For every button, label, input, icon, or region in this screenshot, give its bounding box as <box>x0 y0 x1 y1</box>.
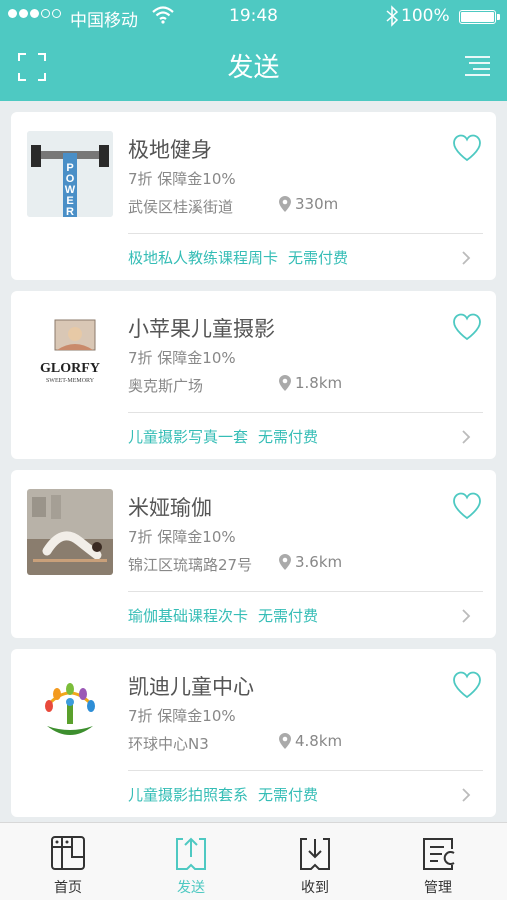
battery-percent: 100% <box>401 6 450 26</box>
merchant-distance: 1.8km <box>279 374 342 392</box>
merchant-logo-glorfy: GLORFY SWEET-MEMORY <box>27 310 113 396</box>
offer-pay: 无需付费 <box>288 249 349 267</box>
merchant-name: 极地健身 <box>128 138 212 162</box>
offer-link[interactable]: 极地私人教练课程周卡 无需付费 <box>128 247 348 268</box>
card-divider <box>128 591 483 592</box>
merchant-address: 锦江区琉璃路27号 <box>128 556 253 574</box>
location-pin-icon <box>279 554 291 570</box>
merchant-address: 武侯区桂溪街道 <box>128 198 234 216</box>
location-pin-icon <box>279 733 291 749</box>
offer-pay: 无需付费 <box>258 607 319 625</box>
favorite-heart-icon[interactable] <box>452 492 482 520</box>
tab-label: 管理 <box>424 880 452 896</box>
merchant-card[interactable]: P O W E R 极地健身 7折 保障金10% 武侯区桂溪街道 330m 极地… <box>11 112 496 280</box>
chevron-right-icon[interactable] <box>461 429 471 445</box>
chevron-right-icon[interactable] <box>461 250 471 266</box>
offer-pay: 无需付费 <box>258 428 319 446</box>
tab-label: 首页 <box>54 880 82 896</box>
merchant-name: 小苹果儿童摄影 <box>128 317 275 341</box>
favorite-heart-icon[interactable] <box>452 671 482 699</box>
merchant-name: 米娅瑜伽 <box>128 496 212 520</box>
favorite-heart-icon[interactable] <box>452 313 482 341</box>
bluetooth-icon <box>386 5 398 27</box>
merchant-distance: 3.6km <box>279 553 342 571</box>
distance-value: 1.8km <box>295 374 343 392</box>
merchant-card[interactable]: 米娅瑜伽 7折 保障金10% 锦江区琉璃路27号 3.6km 瑜伽基础课程次卡无… <box>11 470 496 638</box>
tab-received[interactable]: 收到 <box>265 823 365 900</box>
tab-label: 收到 <box>301 880 329 896</box>
merchant-card[interactable]: 凯迪儿童中心 7折 保障金10% 环球中心N3 4.8km 儿童摄影拍照套系 无需… <box>11 649 496 817</box>
distance-value: 330m <box>295 195 339 213</box>
manage-list-icon <box>423 838 455 870</box>
offer-link[interactable]: 儿童摄影写真一套 无需付费 <box>128 426 318 447</box>
chevron-right-icon[interactable] <box>461 608 471 624</box>
distance-value: 4.8km <box>295 732 343 750</box>
merchant-deal: 7折 保障金10% <box>128 170 236 188</box>
merchant-photo-yoga <box>27 489 113 575</box>
merchant-address: 奥克斯广场 <box>128 377 204 395</box>
photo-studio-logo-icon: GLORFY SWEET-MEMORY <box>27 310 113 396</box>
offer-title: 瑜伽基础课程次卡 <box>128 607 249 625</box>
offer-link[interactable]: 瑜伽基础课程次卡 无需付费 <box>128 605 318 626</box>
app-header: 中国移动 19:48 100% 发送 <box>0 0 507 101</box>
card-divider <box>128 770 483 771</box>
page-title: 发送 <box>227 53 280 83</box>
tab-home[interactable]: 首页 <box>18 823 118 900</box>
battery-tip <box>497 14 500 20</box>
merchant-card[interactable]: GLORFY SWEET-MEMORY 小苹果儿童摄影 7折 保障金10% 奥克… <box>11 291 496 459</box>
offer-title: 儿童摄影写真一套 <box>128 428 249 446</box>
card-divider <box>128 233 483 234</box>
status-bar: 中国移动 19:48 100% <box>0 0 507 34</box>
home-grid-icon <box>51 836 85 870</box>
battery-icon <box>459 10 496 24</box>
merchant-name: 凯迪儿童中心 <box>128 675 254 699</box>
tree-logo-icon <box>27 668 113 754</box>
merchant-deal: 7折 保障金10% <box>128 349 236 367</box>
favorite-heart-icon[interactable] <box>452 134 482 162</box>
distance-value: 3.6km <box>295 553 343 571</box>
chevron-right-icon[interactable] <box>461 787 471 803</box>
offer-title: 儿童摄影拍照套系 <box>128 786 249 804</box>
receive-download-icon <box>300 838 330 870</box>
menu-icon[interactable] <box>465 55 490 77</box>
glorfy-logo-subtext: SWEET-MEMORY <box>46 378 95 384</box>
glorfy-logo-text: GLORFY <box>40 361 100 376</box>
svg-text:R: R <box>66 206 74 217</box>
merchant-distance: 330m <box>279 195 338 213</box>
tab-label: 发送 <box>177 880 205 896</box>
merchant-distance: 4.8km <box>279 732 342 750</box>
merchant-logo-kids-center <box>27 668 113 754</box>
card-divider <box>128 412 483 413</box>
bottom-tab-bar: 首页 发送 收到 管理 <box>0 822 507 900</box>
location-pin-icon <box>279 375 291 391</box>
offer-title: 极地私人教练课程周卡 <box>128 249 279 267</box>
offer-link[interactable]: 儿童摄影拍照套系 无需付费 <box>128 784 318 805</box>
send-upload-icon <box>176 837 206 870</box>
yoga-photo-icon <box>27 489 113 575</box>
location-pin-icon <box>279 196 291 212</box>
offer-pay: 无需付费 <box>258 786 319 804</box>
merchant-deal: 7折 保障金10% <box>128 707 236 725</box>
merchant-address: 环球中心N3 <box>128 735 209 753</box>
tab-manage[interactable]: 管理 <box>388 823 488 900</box>
merchant-logo-power: P O W E R <box>27 131 113 217</box>
tab-send[interactable]: 发送 <box>141 823 241 900</box>
merchant-deal: 7折 保障金10% <box>128 528 236 546</box>
dumbbell-logo-icon: P O W E R <box>27 131 113 217</box>
